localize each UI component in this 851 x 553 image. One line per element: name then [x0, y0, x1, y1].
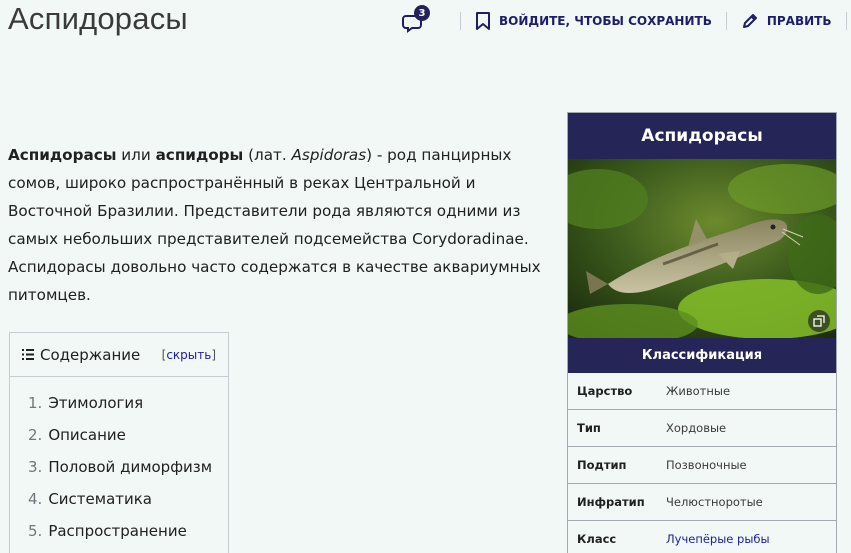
intro-term-1: Аспидорасы: [8, 146, 117, 164]
row-key: Инфратип: [577, 495, 645, 509]
toc-item-label: Этимология: [48, 394, 144, 412]
infobox-row: Класс Лучепёрые рыбы: [568, 521, 836, 553]
save-label: ВОЙДИТЕ, ЧТОБЫ СОХРАНИТЬ: [499, 14, 712, 28]
row-value: Челюстноротые: [666, 495, 763, 509]
row-value: Животные: [666, 384, 731, 398]
toc-item-label: Описание: [48, 426, 126, 444]
infobox: Аспидорасы Классификация Царство Животны…: [567, 112, 837, 553]
toc-item-systematics[interactable]: 4. Систематика: [28, 483, 228, 515]
fish-photo: [568, 159, 836, 338]
pencil-icon: [742, 14, 757, 28]
toc-item-number: 1.: [28, 394, 43, 412]
toc-item-number: 4.: [28, 490, 43, 508]
infobox-row: Подтип Позвоночные: [568, 447, 836, 484]
toc-item-label: Систематика: [48, 490, 152, 508]
toc-item-distribution[interactable]: 5. Распространение: [28, 515, 228, 547]
intro-term-2: аспидоры: [155, 146, 244, 164]
toc-item-number: 2.: [28, 426, 43, 444]
toc-hide-link[interactable]: скрыть: [166, 348, 211, 362]
toc-item-number: 5.: [28, 522, 43, 540]
divider: [460, 12, 461, 30]
class-link[interactable]: Лучепёрые рыбы: [666, 532, 770, 546]
row-value: Хордовые: [666, 421, 727, 435]
classification-header: Классификация: [568, 338, 836, 373]
comments-count-badge: 3: [414, 5, 430, 21]
toc-item-label: Распространение: [48, 522, 187, 540]
toc-list: 1. Этимология 2. Описание 3. Половой диморф…: [10, 377, 228, 547]
intro-text: ) - род панцирных сомов, широко распрост…: [8, 146, 541, 304]
toc-item-label: Половой диморфизм: [48, 458, 213, 476]
intro-text: (лат.: [243, 146, 292, 164]
infobox-row: Царство Животные: [568, 373, 836, 410]
toc-item-number: 3.: [28, 458, 43, 476]
expand-image-button[interactable]: [808, 310, 830, 332]
save-button[interactable]: ВОЙДИТЕ, ЧТОБЫ СОХРАНИТЬ: [475, 12, 712, 30]
toc-item-dimorphism[interactable]: 3. Половой диморфизм: [28, 451, 228, 483]
infobox-image[interactable]: [568, 159, 836, 338]
list-icon: [22, 349, 34, 360]
row-key: Подтип: [577, 458, 627, 472]
row-key: Царство: [577, 384, 633, 398]
divider: [725, 12, 727, 30]
toc-item-etymology[interactable]: 1. Этимология: [28, 387, 228, 419]
infobox-title: Аспидорасы: [568, 113, 836, 159]
expand-icon: [813, 315, 825, 327]
bracket: ]: [211, 347, 216, 362]
page-actions: 3 ВОЙДИТЕ, ЧТОБЫ СОХРАНИТЬ ПРАВИТЬ: [402, 4, 851, 38]
intro-paragraph: Аспидорасы или аспидоры (лат. Aspidoras)…: [8, 141, 556, 309]
toc-header: Содержание [скрыть]: [10, 333, 228, 377]
divider: [845, 12, 847, 30]
bookmark-icon: [476, 12, 490, 30]
row-key: Тип: [577, 421, 601, 435]
page-title: Аспидорасы: [8, 1, 188, 36]
edit-label: ПРАВИТЬ: [766, 14, 832, 28]
toc-title: Содержание: [40, 345, 141, 364]
latin-name: Aspidoras: [291, 146, 367, 164]
row-key: Класс: [577, 532, 617, 546]
edit-button[interactable]: ПРАВИТЬ: [741, 12, 832, 30]
comments-button[interactable]: 3: [402, 5, 430, 34]
table-of-contents: Содержание [скрыть] 1. Этимология 2. Описа…: [9, 332, 229, 553]
infobox-row: Тип Хордовые: [568, 410, 836, 447]
toc-item-description[interactable]: 2. Описание: [28, 419, 228, 451]
toc-toggle[interactable]: [скрыть]: [162, 348, 216, 362]
row-value: Позвоночные: [666, 458, 747, 472]
infobox-row: Инфратип Челюстноротые: [568, 484, 836, 521]
intro-text: или: [116, 146, 156, 164]
